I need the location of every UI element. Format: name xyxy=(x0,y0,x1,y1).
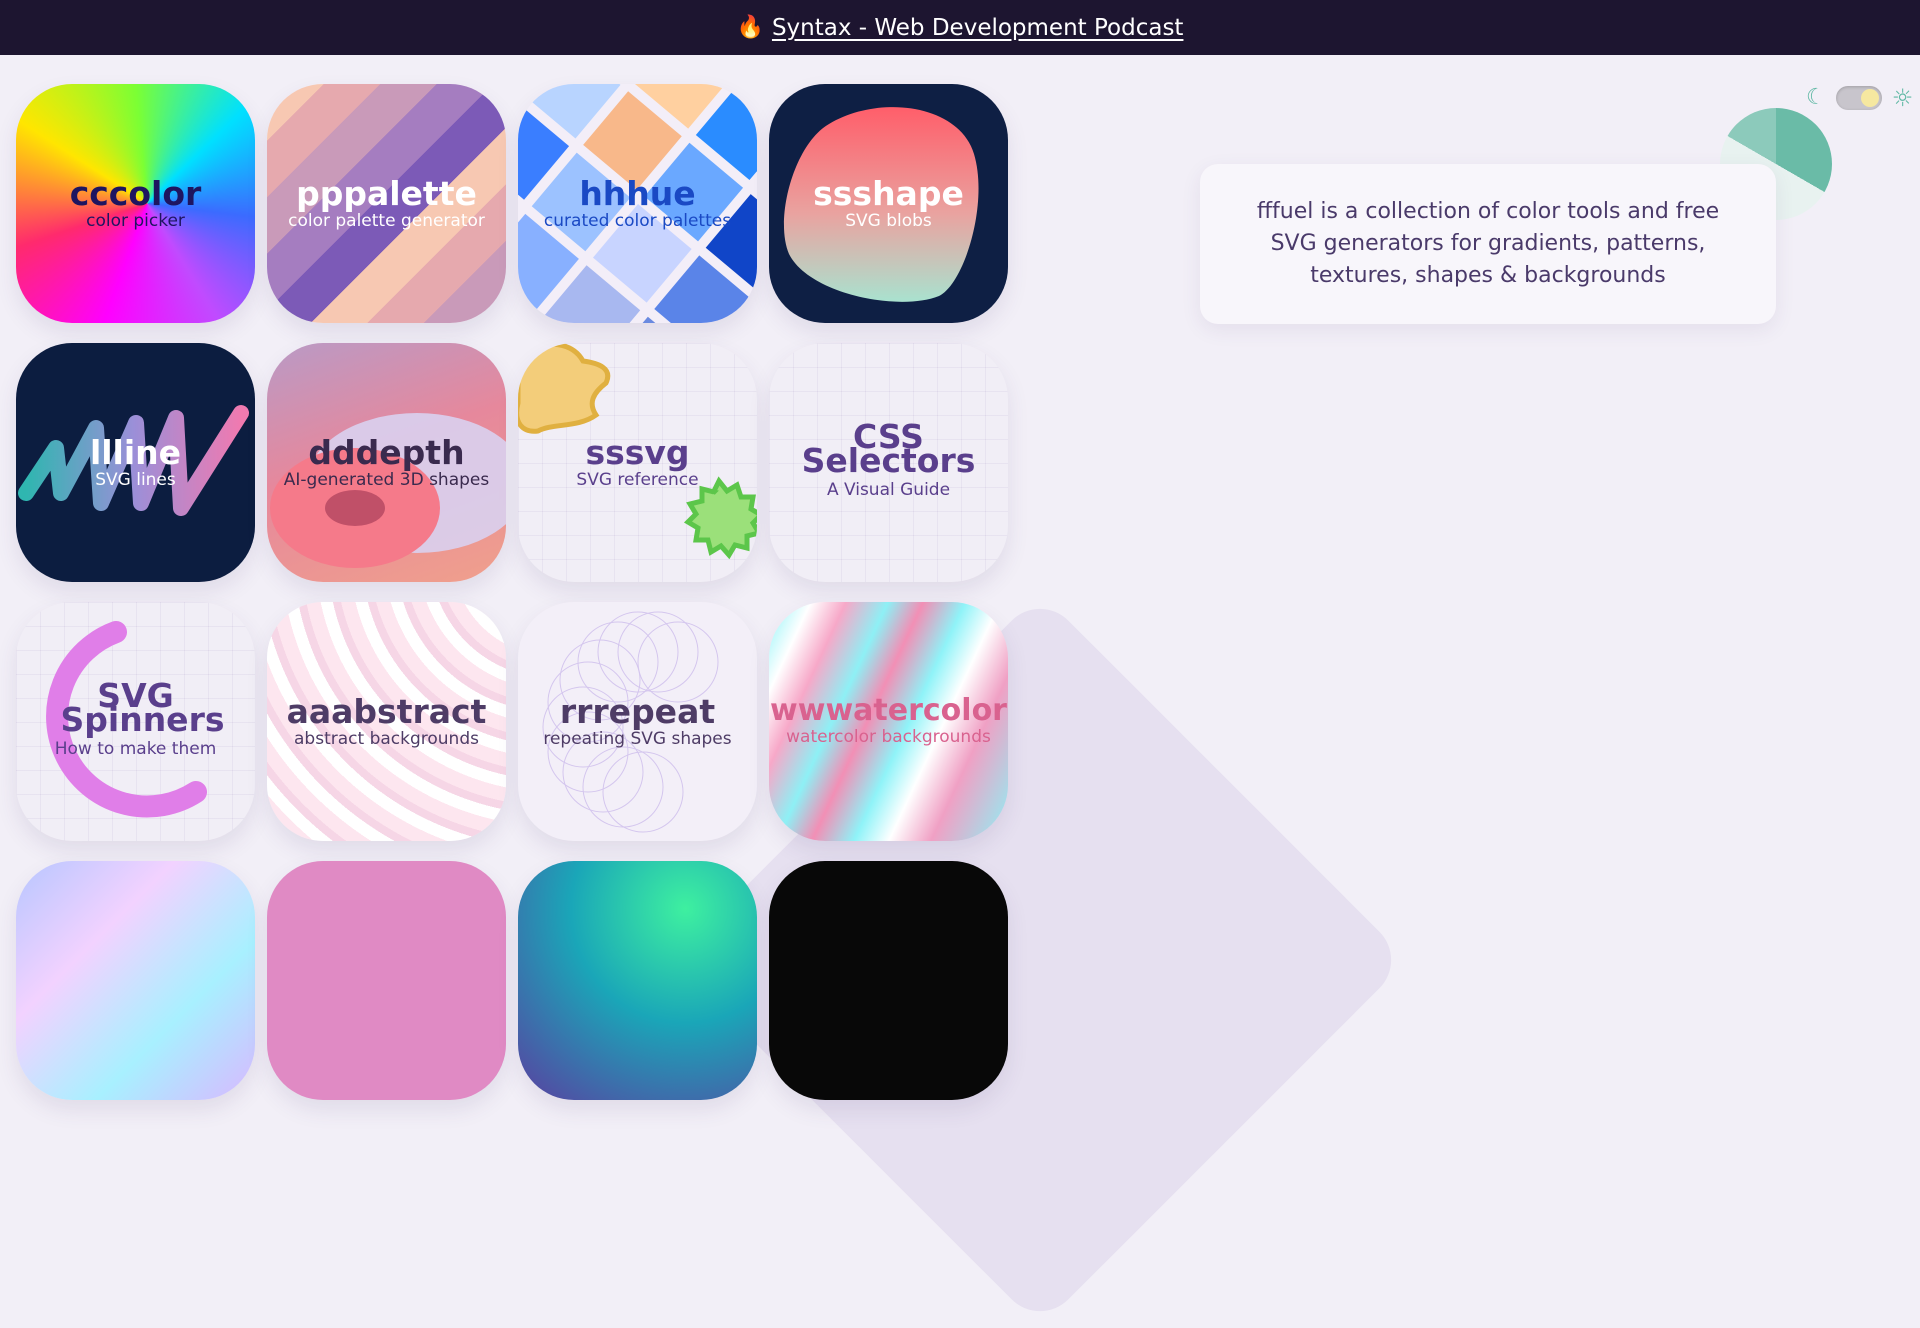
tile-title: rrrepeat xyxy=(559,691,716,731)
tile-cccolor[interactable]: cccolor color picker xyxy=(16,84,255,323)
tile-subtitle: color palette generator xyxy=(288,210,485,231)
syntax-podcast-link[interactable]: Syntax - Web Development Podcast xyxy=(772,15,1184,41)
tile-subtitle: A Visual Guide xyxy=(826,479,951,500)
tile-title: sssvg xyxy=(585,432,690,472)
tile-subtitle: watercolor backgrounds xyxy=(786,727,991,748)
tile-title: SVG Spinners xyxy=(60,676,225,740)
tile-title: pppalette xyxy=(296,173,477,213)
tile-subtitle: color picker xyxy=(86,210,185,231)
tile-subtitle: SVG blobs xyxy=(845,210,932,231)
tile-gradient-green[interactable] xyxy=(518,861,757,1100)
tile-llline[interactable]: llline SVG lines xyxy=(16,343,255,582)
fire-icon: 🔥 xyxy=(736,15,764,40)
tile-wwwatercolor[interactable]: wwwatercolor watercolor backgrounds xyxy=(769,602,1008,841)
tile-subtitle: abstract backgrounds xyxy=(294,728,479,749)
tile-svg-spinners[interactable]: SVG Spinners How to make them xyxy=(16,602,255,841)
tile-css-selectors[interactable]: CSS Selectors A Visual Guide xyxy=(769,343,1008,582)
tile-ssshape[interactable]: ssshape SVG blobs xyxy=(769,84,1008,323)
tile-pppalette[interactable]: pppalette color palette generator xyxy=(267,84,506,323)
tile-rrrepeat[interactable]: rrrepeat repeating SVG shapes xyxy=(518,602,757,841)
sun-icon: ☼ xyxy=(1891,84,1914,112)
tile-title: ssshape xyxy=(813,173,964,213)
tile-title: llline xyxy=(89,432,182,472)
moon-icon: ☾ xyxy=(1806,85,1826,110)
tile-subtitle: repeating SVG shapes xyxy=(543,728,732,749)
tile-holographic[interactable] xyxy=(16,861,255,1100)
tile-title: aaabstract xyxy=(286,691,487,731)
tile-dddepth[interactable]: dddepth AI-generated 3D shapes xyxy=(267,343,506,582)
site-description-card: fffuel is a collection of color tools an… xyxy=(1200,164,1776,324)
theme-switch[interactable] xyxy=(1835,86,1882,110)
site-description-text: fffuel is a collection of color tools an… xyxy=(1256,199,1720,288)
tile-subtitle: SVG reference xyxy=(576,469,699,490)
tile-grain-pink[interactable] xyxy=(267,861,506,1100)
tile-subtitle: How to make them xyxy=(54,738,217,759)
tile-sssvg[interactable]: sssvg SVG reference xyxy=(518,343,757,582)
tile-title: dddepth xyxy=(308,432,465,472)
tile-title: wwwatercolor xyxy=(770,693,1007,729)
top-banner: 🔥 Syntax - Web Development Podcast xyxy=(0,0,1920,55)
theme-toggle[interactable]: ☾ ☼ xyxy=(1806,86,1913,110)
tile-hhhue[interactable]: hhhue curated color palettes xyxy=(518,84,757,323)
tile-subtitle: SVG lines xyxy=(95,469,176,490)
tile-title: cccolor xyxy=(69,173,202,213)
switch-knob xyxy=(1860,89,1879,107)
tile-subtitle: AI-generated 3D shapes xyxy=(283,469,490,490)
tile-subtitle: curated color palettes xyxy=(543,210,732,231)
tile-noise-dark[interactable] xyxy=(769,861,1008,1100)
tile-title: hhhue xyxy=(579,173,696,213)
tile-title: CSS Selectors xyxy=(801,417,976,481)
tile-aaabstract[interactable]: aaabstract abstract backgrounds xyxy=(267,602,506,841)
